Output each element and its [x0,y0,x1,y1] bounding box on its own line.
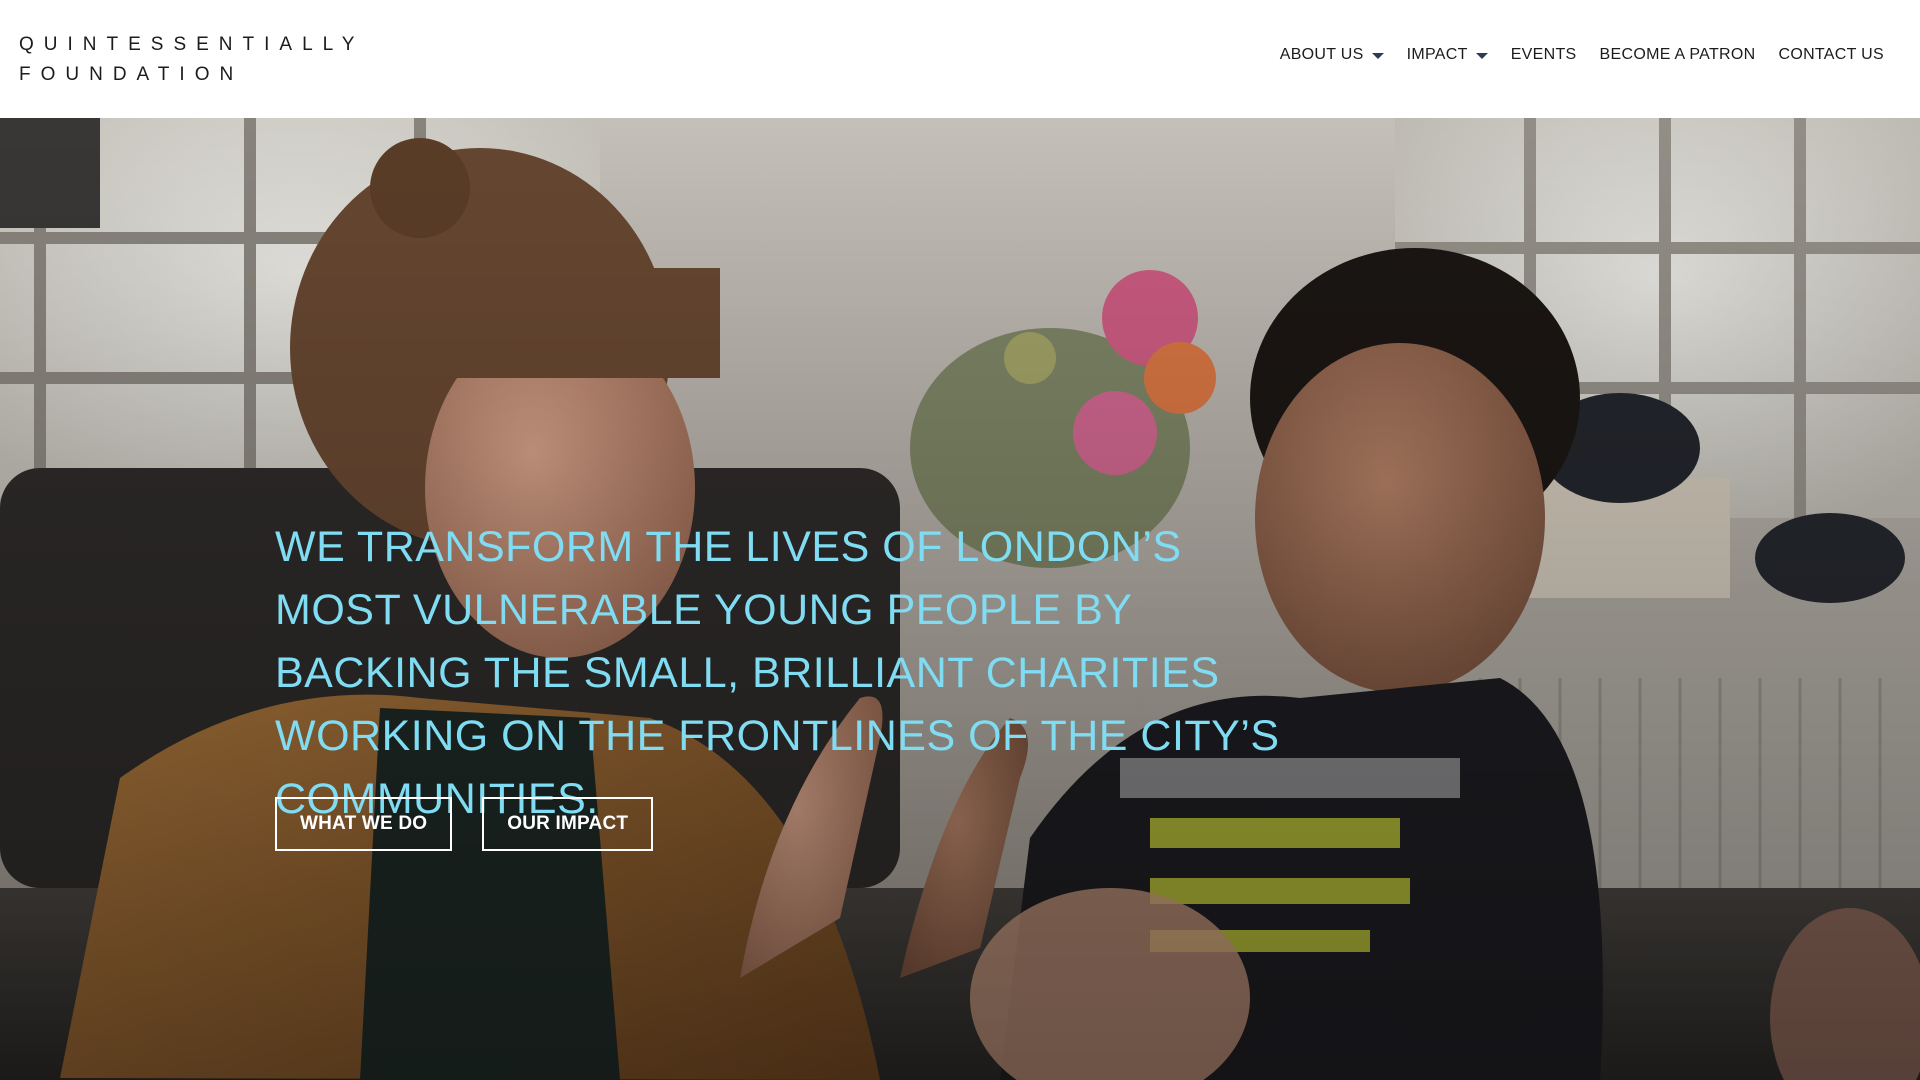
nav-item-events[interactable]: EVENTS [1511,46,1577,64]
site-logo[interactable]: QUINTESSENTIALLY FOUNDATION [19,30,364,90]
nav-item-label: CONTACT US [1778,46,1884,63]
hero-cta-row: WHAT WE DO OUR IMPACT [275,797,654,851]
chevron-down-icon [1371,52,1384,59]
nav-item-contact-us[interactable]: CONTACT US [1778,46,1884,64]
nav-item-become-a-patron[interactable]: BECOME A PATRON [1600,46,1756,64]
nav-item-label: IMPACT [1406,46,1468,63]
main-nav: ABOUT US IMPACT EVENTS BECOME A PATRON C… [1280,46,1884,64]
our-impact-button[interactable]: OUR IMPACT [482,797,654,851]
hero-headline: WE TRANSFORM THE LIVES OF LONDON’S MOST … [275,523,1280,823]
what-we-do-button[interactable]: WHAT WE DO [275,797,453,851]
nav-item-label: ABOUT US [1279,46,1364,63]
chevron-down-icon [1475,52,1488,59]
nav-item-about-us[interactable]: ABOUT US [1280,46,1384,64]
site-header: QUINTESSENTIALLY FOUNDATION ABOUT US IMP… [0,0,1920,118]
hero-section: WE TRANSFORM THE LIVES OF LONDON’S MOST … [0,118,1920,1080]
nav-item-impact[interactable]: IMPACT [1407,46,1488,64]
logo-line-1: QUINTESSENTIALLY [19,34,365,55]
nav-item-label: EVENTS [1510,46,1577,63]
logo-line-2: FOUNDATION [19,64,244,85]
nav-item-label: BECOME A PATRON [1599,46,1756,63]
